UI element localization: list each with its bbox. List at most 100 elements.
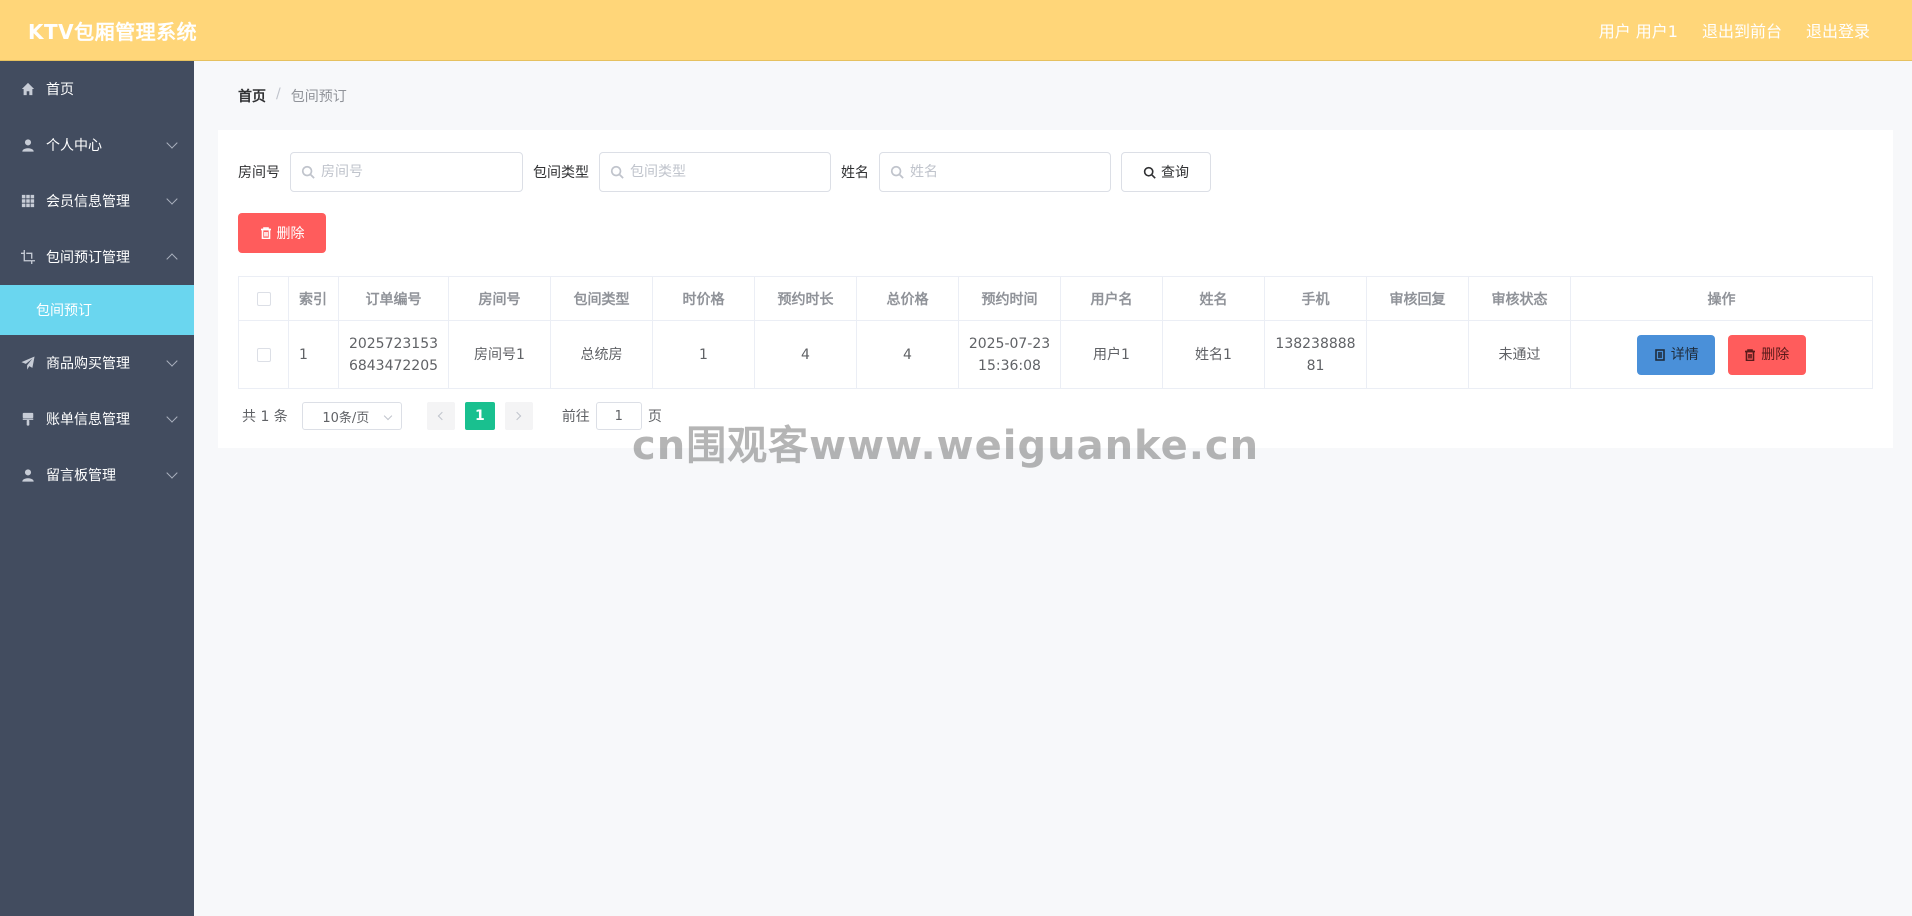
- grid-icon: [20, 193, 36, 209]
- booking-table: 索引 订单编号 房间号 包间类型 时价格 预约时长 总价格 预约时间 用户名 姓…: [238, 276, 1873, 389]
- table-header-row: 索引 订单编号 房间号 包间类型 时价格 预约时长 总价格 预约时间 用户名 姓…: [238, 276, 1873, 321]
- brush-icon: [20, 411, 36, 427]
- column-header: 用户名: [1060, 276, 1163, 321]
- select-all-checkbox[interactable]: [256, 291, 271, 306]
- select-all-cell: [238, 276, 289, 321]
- header-actions: 用户 用户1 退出到前台 退出登录: [1599, 18, 1870, 42]
- booking-date: 2025-07-23: [968, 335, 1051, 352]
- home-icon: [20, 81, 36, 97]
- column-header: 操作: [1570, 276, 1873, 321]
- column-header: 订单编号: [338, 276, 449, 321]
- column-header: 房间号: [448, 276, 551, 321]
- cell-booking-time: 2025-07-23 15:36:08: [958, 320, 1061, 389]
- pagination-total: 共 1 条: [242, 409, 288, 425]
- chevron-down-icon: [383, 411, 393, 421]
- query-button-label: 查询: [1161, 165, 1189, 181]
- prev-page-button[interactable]: [426, 402, 455, 430]
- watermark: cn围观客www.weiguanke.cn: [632, 423, 1260, 469]
- column-header: 总价格: [856, 276, 959, 321]
- name-label: 姓名: [841, 165, 869, 181]
- row-checkbox[interactable]: [256, 347, 271, 362]
- column-header: 手机: [1264, 276, 1367, 321]
- search-icon: [610, 165, 624, 179]
- breadcrumb: 首页 / 包间预订: [238, 86, 347, 106]
- cell-room-type: 总统房: [550, 320, 653, 389]
- table-row: 1 2025723153 6843472205 房间号1 总统房 1 4 4 2…: [238, 320, 1873, 389]
- room-type-label: 包间类型: [533, 165, 589, 181]
- room-number-label: 房间号: [238, 165, 280, 181]
- chevron-right-icon: [513, 411, 522, 421]
- order-no-line: 2025723153: [348, 335, 439, 352]
- room-number-input[interactable]: [321, 164, 511, 180]
- user-icon: [20, 137, 36, 153]
- order-no-line: 6843472205: [348, 357, 439, 374]
- column-header: 审核状态: [1468, 276, 1571, 321]
- page-size-select[interactable]: 10条/页: [301, 402, 402, 430]
- query-button[interactable]: 查询: [1121, 152, 1211, 192]
- search-icon: [1143, 166, 1156, 179]
- crop-icon: [20, 249, 36, 265]
- column-header: 包间类型: [550, 276, 653, 321]
- breadcrumb-separator: /: [276, 86, 281, 102]
- exit-to-front-link[interactable]: 退出到前台: [1702, 18, 1782, 42]
- cell-name: 姓名1: [1162, 320, 1265, 389]
- column-header: 预约时间: [958, 276, 1061, 321]
- sidebar: 首页 个人中心 会员信息管理 包间预订管理 包间预订 商品购买管理 账单信息管理…: [0, 61, 194, 916]
- column-header: 审核回复: [1366, 276, 1469, 321]
- sidebar-item-home[interactable]: 首页: [0, 61, 194, 117]
- sidebar-item-bills[interactable]: 账单信息管理: [0, 391, 194, 447]
- sidebar-item-label: 包间预订管理: [46, 250, 130, 266]
- name-input[interactable]: [910, 164, 1100, 180]
- next-page-button[interactable]: [504, 402, 533, 430]
- page-number-current[interactable]: 1: [464, 402, 495, 430]
- sidebar-item-label: 个人中心: [46, 138, 102, 154]
- chevron-down-icon: [166, 467, 178, 479]
- cell-order-no: 2025723153 6843472205: [338, 320, 449, 389]
- logout-link[interactable]: 退出登录: [1806, 18, 1870, 42]
- cell-actions: 详情 删除: [1570, 320, 1873, 389]
- room-type-input[interactable]: [630, 164, 820, 180]
- chevron-down-icon: [166, 193, 178, 205]
- cell-review-reply: [1366, 320, 1469, 389]
- cell-index: 1: [288, 320, 339, 389]
- detail-button[interactable]: 详情: [1637, 334, 1716, 375]
- column-header: 姓名: [1162, 276, 1265, 321]
- row-delete-button[interactable]: 删除: [1727, 334, 1806, 375]
- chevron-down-icon: [166, 137, 178, 149]
- phone-line: 81: [1306, 357, 1325, 374]
- goto-prefix: 前往: [561, 409, 590, 425]
- search-form: 房间号 包间类型 姓名 查询: [238, 152, 1211, 192]
- row-select-cell: [238, 320, 289, 389]
- page-size-value: 10条/页: [322, 410, 370, 426]
- sidebar-item-goods[interactable]: 商品购买管理: [0, 335, 194, 391]
- chevron-left-icon: [438, 411, 447, 421]
- cell-room: 房间号1: [448, 320, 551, 389]
- top-header: KTV包厢管理系统 用户 用户1 退出到前台 退出登录: [0, 0, 1912, 61]
- batch-delete-button[interactable]: 删除: [238, 213, 326, 253]
- cell-duration: 4: [754, 320, 857, 389]
- sidebar-item-members[interactable]: 会员信息管理: [0, 173, 194, 229]
- chevron-down-icon: [166, 411, 178, 423]
- sidebar-item-profile[interactable]: 个人中心: [0, 117, 194, 173]
- breadcrumb-home[interactable]: 首页: [238, 86, 266, 106]
- search-icon: [890, 165, 904, 179]
- breadcrumb-current: 包间预订: [290, 89, 347, 105]
- column-header: 预约时长: [754, 276, 857, 321]
- sidebar-item-room-booking[interactable]: 包间预订管理: [0, 229, 194, 285]
- sidebar-item-messages[interactable]: 留言板管理: [0, 447, 194, 503]
- document-icon: [1654, 348, 1665, 361]
- user-icon: [20, 467, 36, 483]
- name-input-wrap[interactable]: [879, 152, 1111, 192]
- column-header: 时价格: [652, 276, 755, 321]
- room-type-input-wrap[interactable]: [599, 152, 831, 192]
- room-number-input-wrap[interactable]: [290, 152, 523, 192]
- cell-username: 用户1: [1060, 320, 1163, 389]
- trash-icon: [260, 227, 271, 239]
- cell-total: 4: [856, 320, 959, 389]
- sidebar-item-label: 账单信息管理: [46, 412, 130, 428]
- chevron-up-icon: [166, 253, 178, 265]
- cell-review-status: 未通过: [1468, 320, 1571, 389]
- batch-delete-label: 删除: [276, 226, 305, 242]
- sidebar-subitem-room-booking[interactable]: 包间预订: [0, 285, 194, 335]
- current-user-label: 用户 用户1: [1598, 22, 1678, 41]
